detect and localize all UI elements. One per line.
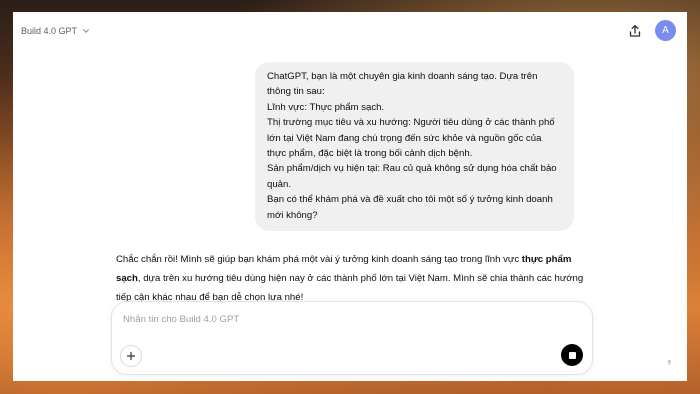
message-input[interactable] bbox=[123, 311, 543, 327]
avatar[interactable]: A bbox=[655, 20, 676, 41]
user-message-line: ChatGPT, bạn là một chuyên gia kinh doan… bbox=[267, 71, 538, 98]
user-message-line: Sản phẩm/dịch vụ hiện tại: Rau củ quả kh… bbox=[267, 163, 557, 190]
user-message-line: Lĩnh vực: Thực phẩm sạch. bbox=[267, 101, 385, 113]
attach-button[interactable] bbox=[120, 345, 142, 367]
chat-window: Build 4.0 GPT A ChatGPT, bạn là một chuy… bbox=[13, 12, 687, 381]
model-name: Build 4.0 GPT bbox=[21, 26, 78, 36]
top-bar: Build 4.0 GPT A bbox=[13, 12, 687, 50]
assistant-text: , dựa trên xu hướng tiêu dùng hiện nay ở… bbox=[116, 273, 584, 303]
user-message: ChatGPT, bạn là một chuyên gia kinh doan… bbox=[255, 62, 574, 232]
assistant-text: Chắc chắn rồi! Mình sẽ giúp bạn khám phá… bbox=[116, 254, 522, 265]
share-icon bbox=[629, 24, 641, 37]
share-button[interactable] bbox=[625, 21, 645, 41]
user-message-line: Bạn có thể khám phá và đề xuất cho tôi m… bbox=[267, 194, 553, 221]
chevron-down-icon bbox=[83, 29, 89, 33]
model-selector[interactable]: Build 4.0 GPT bbox=[21, 22, 90, 40]
user-message-line: Thị trường mục tiêu và xu hướng: Người t… bbox=[267, 117, 555, 160]
message-composer bbox=[111, 301, 593, 375]
help-button[interactable]: ? bbox=[665, 360, 673, 368]
stop-icon bbox=[568, 351, 576, 359]
stop-button[interactable] bbox=[561, 344, 583, 366]
plus-icon bbox=[126, 351, 136, 361]
assistant-message: Chắc chắn rồi! Mình sẽ giúp bạn khám phá… bbox=[116, 250, 586, 307]
